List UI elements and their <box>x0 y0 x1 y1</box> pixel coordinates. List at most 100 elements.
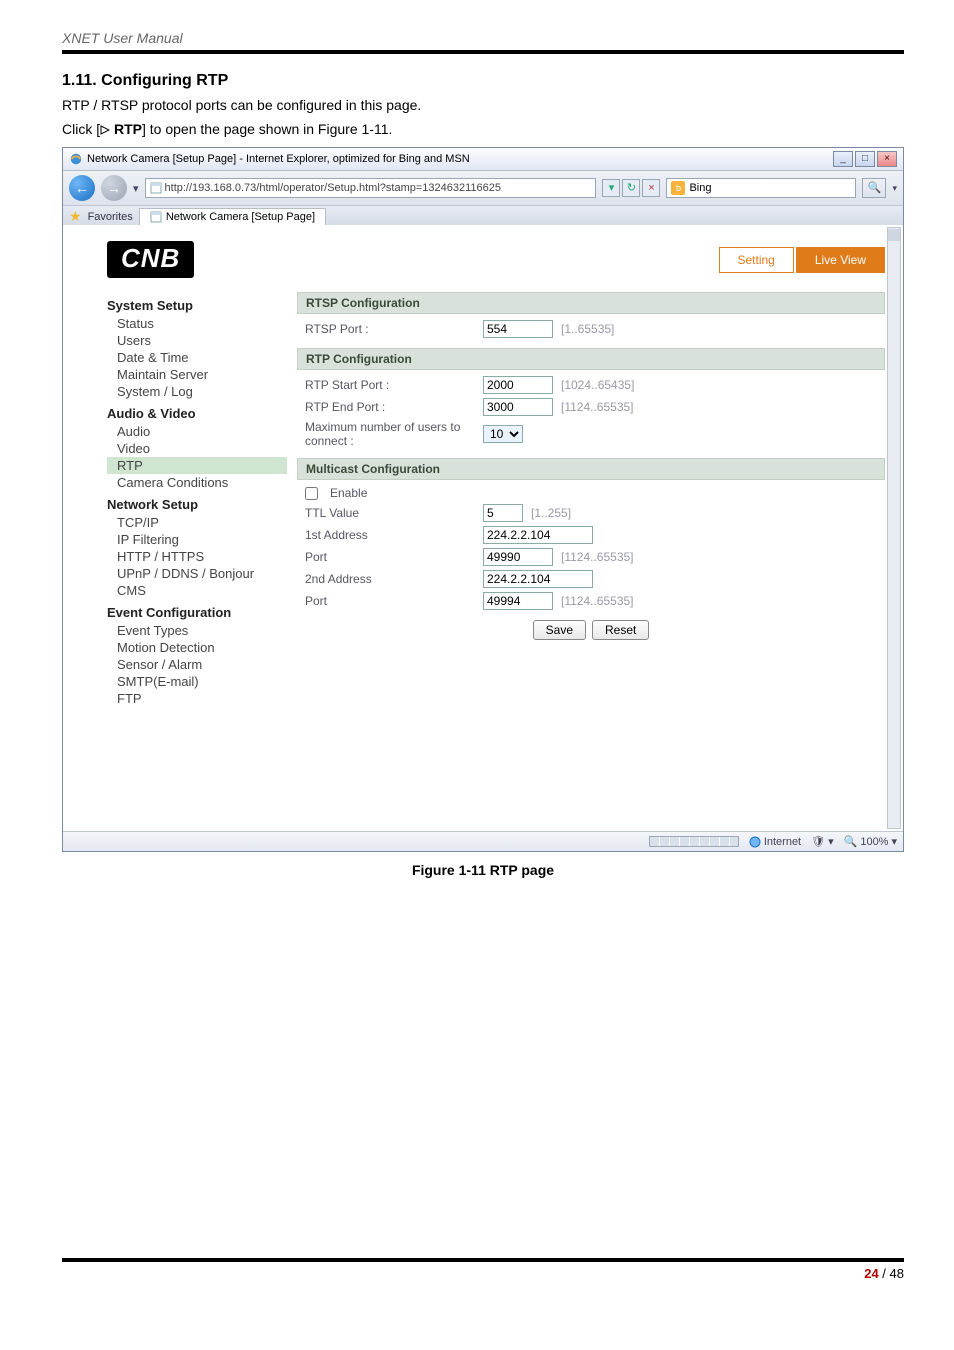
compat-view-icon[interactable]: ▾ <box>602 179 620 197</box>
sidebar-item-camera-conditions[interactable]: Camera Conditions <box>107 474 287 491</box>
rtsp-port-input[interactable] <box>483 320 553 338</box>
triangle-icon <box>100 125 110 135</box>
ttl-hint: [1..255] <box>531 506 571 520</box>
port1-hint: [1124..65535] <box>561 550 634 564</box>
refresh-button[interactable]: ↻ <box>622 179 640 197</box>
multicast-section-header: Multicast Configuration <box>297 458 885 480</box>
sidebar-item-sensor[interactable]: Sensor / Alarm <box>107 656 287 673</box>
nav-back-button[interactable]: ← <box>69 175 95 201</box>
save-button[interactable]: Save <box>533 620 586 640</box>
sidebar-item-maintain[interactable]: Maintain Server <box>107 366 287 383</box>
rtsp-section-header: RTSP Configuration <box>297 292 885 314</box>
tabs-bar: ★ Favorites Network Camera [Setup Page] <box>63 206 903 225</box>
addr2-input[interactable] <box>483 570 593 588</box>
page-sep: / <box>879 1266 890 1281</box>
figure-caption: Figure 1-11 RTP page <box>62 862 904 878</box>
port1-input[interactable] <box>483 548 553 566</box>
main-panel: RTSP Configuration RTSP Port : [1..65535… <box>297 292 885 707</box>
rtsp-port-hint: [1..65535] <box>561 322 614 336</box>
protected-mode-icon[interactable]: 🛡 <box>811 835 825 848</box>
rtp-section-header: RTP Configuration <box>297 348 885 370</box>
progress-indicator <box>649 836 739 847</box>
intro-text-b: RTP <box>110 121 142 137</box>
sidebar-item-ipfiltering[interactable]: IP Filtering <box>107 531 287 548</box>
sidebar-item-rtp[interactable]: RTP <box>107 457 287 474</box>
vertical-scrollbar[interactable] <box>887 227 901 829</box>
page-icon <box>150 182 162 194</box>
header-rule <box>62 50 904 54</box>
page-content: CNB Setting Live View System Setup Statu… <box>63 225 903 831</box>
page-total: 48 <box>890 1266 904 1281</box>
enable-checkbox[interactable] <box>305 487 318 500</box>
sidebar-item-ftp[interactable]: FTP <box>107 690 287 707</box>
rtsp-port-label: RTSP Port : <box>305 322 475 336</box>
search-options-icon[interactable]: ▾ <box>892 183 897 194</box>
search-engine-label: Bing <box>689 182 711 194</box>
brand-logo: CNB <box>107 241 194 278</box>
port1-label: Port <box>305 550 475 564</box>
rtp-end-input[interactable] <box>483 398 553 416</box>
sidebar-item-upnp[interactable]: UPnP / DDNS / Bonjour <box>107 565 287 582</box>
browser-tab[interactable]: Network Camera [Setup Page] <box>139 208 326 225</box>
zoom-level[interactable]: 100% <box>860 836 888 848</box>
history-dropdown-icon[interactable]: ▾ <box>133 182 139 195</box>
sidebar-item-audio[interactable]: Audio <box>107 423 287 440</box>
browser-window: Network Camera [Setup Page] - Internet E… <box>62 147 904 852</box>
live-view-tab[interactable]: Live View <box>796 247 885 273</box>
close-button[interactable]: × <box>877 151 897 167</box>
address-bar: ← → ▾ http://193.168.0.73/html/operator/… <box>63 171 903 206</box>
port2-input[interactable] <box>483 592 553 610</box>
sidebar-item-users[interactable]: Users <box>107 332 287 349</box>
sidebar-item-tcpip[interactable]: TCP/IP <box>107 514 287 531</box>
port2-label: Port <box>305 594 475 608</box>
intro-text-a: Click [ <box>62 121 100 137</box>
sidebar-group-event: Event Configuration <box>107 605 287 620</box>
stop-button[interactable]: × <box>642 179 660 197</box>
maximize-button[interactable]: □ <box>855 151 875 167</box>
nav-forward-button[interactable]: → <box>101 175 127 201</box>
ttl-label: TTL Value <box>305 506 475 520</box>
sidebar-group-system: System Setup <box>107 298 287 313</box>
sidebar-item-motion[interactable]: Motion Detection <box>107 639 287 656</box>
url-field[interactable]: http://193.168.0.73/html/operator/Setup.… <box>145 178 597 198</box>
zoom-dropdown-icon[interactable]: ▾ <box>891 835 897 848</box>
status-sep: ▾ <box>828 835 834 848</box>
search-field[interactable]: b Bing <box>666 178 856 198</box>
page-current: 24 <box>864 1266 878 1281</box>
sidebar-item-video[interactable]: Video <box>107 440 287 457</box>
tab-label: Network Camera [Setup Page] <box>166 211 315 223</box>
sidebar-item-http[interactable]: HTTP / HTTPS <box>107 548 287 565</box>
bing-icon: b <box>671 181 685 195</box>
search-button[interactable]: 🔍 <box>862 178 886 198</box>
addr1-input[interactable] <box>483 526 593 544</box>
intro-line-1: RTP / RTSP protocol ports can be configu… <box>62 96 904 116</box>
max-users-select[interactable]: 10 <box>483 425 523 443</box>
window-title: Network Camera [Setup Page] - Internet E… <box>87 153 470 165</box>
doc-header: XNET User Manual <box>62 30 904 46</box>
ttl-input[interactable] <box>483 504 523 522</box>
favorites-label[interactable]: Favorites <box>88 211 133 223</box>
zoom-icon[interactable]: 🔍 <box>844 835 858 848</box>
sidebar-item-systemlog[interactable]: System / Log <box>107 383 287 400</box>
sidebar-item-cms[interactable]: CMS <box>107 582 287 599</box>
window-titlebar: Network Camera [Setup Page] - Internet E… <box>63 148 903 171</box>
sidebar-item-event-types[interactable]: Event Types <box>107 622 287 639</box>
sidebar-item-smtp[interactable]: SMTP(E-mail) <box>107 673 287 690</box>
rtp-start-hint: [1024..65435] <box>561 378 634 392</box>
rtp-start-input[interactable] <box>483 376 553 394</box>
addr1-label: 1st Address <box>305 528 475 542</box>
page-footer: 24 / 48 <box>62 1258 904 1281</box>
favorites-star-icon[interactable]: ★ <box>69 208 82 225</box>
minimize-button[interactable]: _ <box>833 151 853 167</box>
sidebar-item-status[interactable]: Status <box>107 315 287 332</box>
rtp-start-label: RTP Start Port : <box>305 378 475 392</box>
enable-label: Enable <box>330 486 367 500</box>
setting-tab[interactable]: Setting <box>719 247 794 273</box>
security-zone: Internet <box>764 836 801 848</box>
rtp-end-label: RTP End Port : <box>305 400 475 414</box>
sidebar: System Setup Status Users Date & Time Ma… <box>107 292 287 707</box>
reset-button[interactable]: Reset <box>592 620 649 640</box>
port2-hint: [1124..65535] <box>561 594 634 608</box>
tab-page-icon <box>150 211 162 223</box>
sidebar-item-datetime[interactable]: Date & Time <box>107 349 287 366</box>
